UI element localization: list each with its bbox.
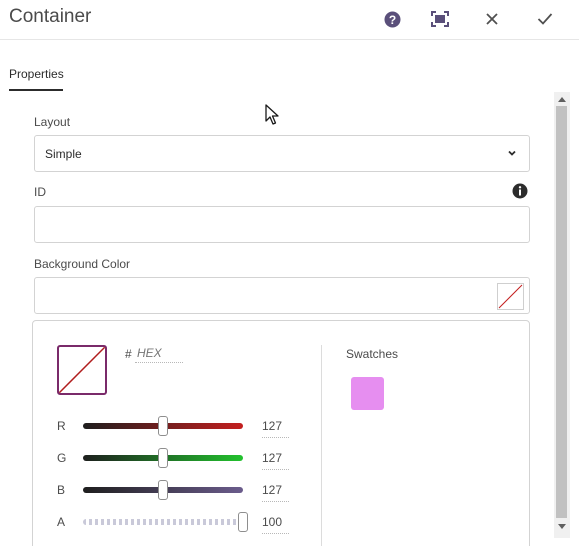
blue-slider-thumb[interactable]: [158, 480, 168, 500]
info-icon[interactable]: [512, 183, 528, 199]
background-color-label: Background Color: [34, 257, 131, 271]
vertical-scrollbar[interactable]: [554, 92, 570, 538]
properties-panel: Layout Simple ID Background Color # HEX …: [0, 92, 554, 546]
alpha-slider-thumb[interactable]: [238, 512, 248, 532]
blue-value[interactable]: 127: [262, 483, 289, 502]
alpha-slider-track[interactable]: [83, 519, 243, 525]
layout-select-value: Simple: [45, 147, 82, 161]
color-picker-popover: # Swatches R 127 G 127 B 127 A 100: [32, 320, 530, 546]
no-color-icon: [498, 284, 523, 309]
scrollbar-thumb[interactable]: [556, 106, 567, 518]
green-slider-thumb[interactable]: [158, 448, 168, 468]
scroll-up-arrow-icon[interactable]: [558, 96, 566, 102]
done-button[interactable]: [534, 8, 556, 30]
fullscreen-icon: [431, 11, 449, 27]
channel-r-label: R: [57, 419, 66, 433]
scroll-down-arrow-icon[interactable]: [558, 524, 566, 530]
no-color-icon: [59, 347, 105, 393]
tab-properties[interactable]: Properties: [9, 67, 64, 81]
tab-active-indicator: [9, 89, 63, 91]
channel-b-label: B: [57, 483, 66, 497]
close-button[interactable]: [481, 8, 503, 30]
green-value[interactable]: 127: [262, 451, 289, 470]
dialog-header: Container ?: [0, 0, 579, 40]
hex-hash-symbol: #: [125, 347, 132, 361]
svg-text:?: ?: [388, 13, 395, 27]
color-swatch-button[interactable]: [497, 283, 524, 310]
help-button[interactable]: ?: [381, 8, 403, 30]
channel-a-label: A: [57, 515, 66, 529]
alpha-value[interactable]: 100: [262, 515, 289, 534]
tab-bar: Properties: [0, 40, 579, 92]
checkmark-icon: [537, 13, 553, 25]
id-label: ID: [34, 185, 46, 199]
color-preview: [57, 345, 107, 395]
swatch-item[interactable]: [351, 377, 384, 410]
layout-select[interactable]: Simple: [34, 135, 530, 172]
swatches-label: Swatches: [346, 347, 399, 361]
red-slider-thumb[interactable]: [158, 416, 168, 436]
hex-input[interactable]: [135, 343, 183, 363]
background-color-field[interactable]: [34, 277, 530, 314]
layout-label: Layout: [34, 115, 71, 129]
chevron-down-icon: [508, 150, 516, 156]
dialog-title: Container: [9, 6, 92, 27]
help-icon: ?: [384, 11, 400, 27]
fullscreen-button[interactable]: [429, 8, 451, 30]
channel-g-label: G: [57, 451, 67, 465]
red-value[interactable]: 127: [262, 419, 289, 438]
id-field[interactable]: [34, 206, 530, 243]
mouse-cursor-icon: [265, 104, 279, 125]
picker-divider: [321, 345, 322, 546]
close-icon: [486, 13, 498, 25]
